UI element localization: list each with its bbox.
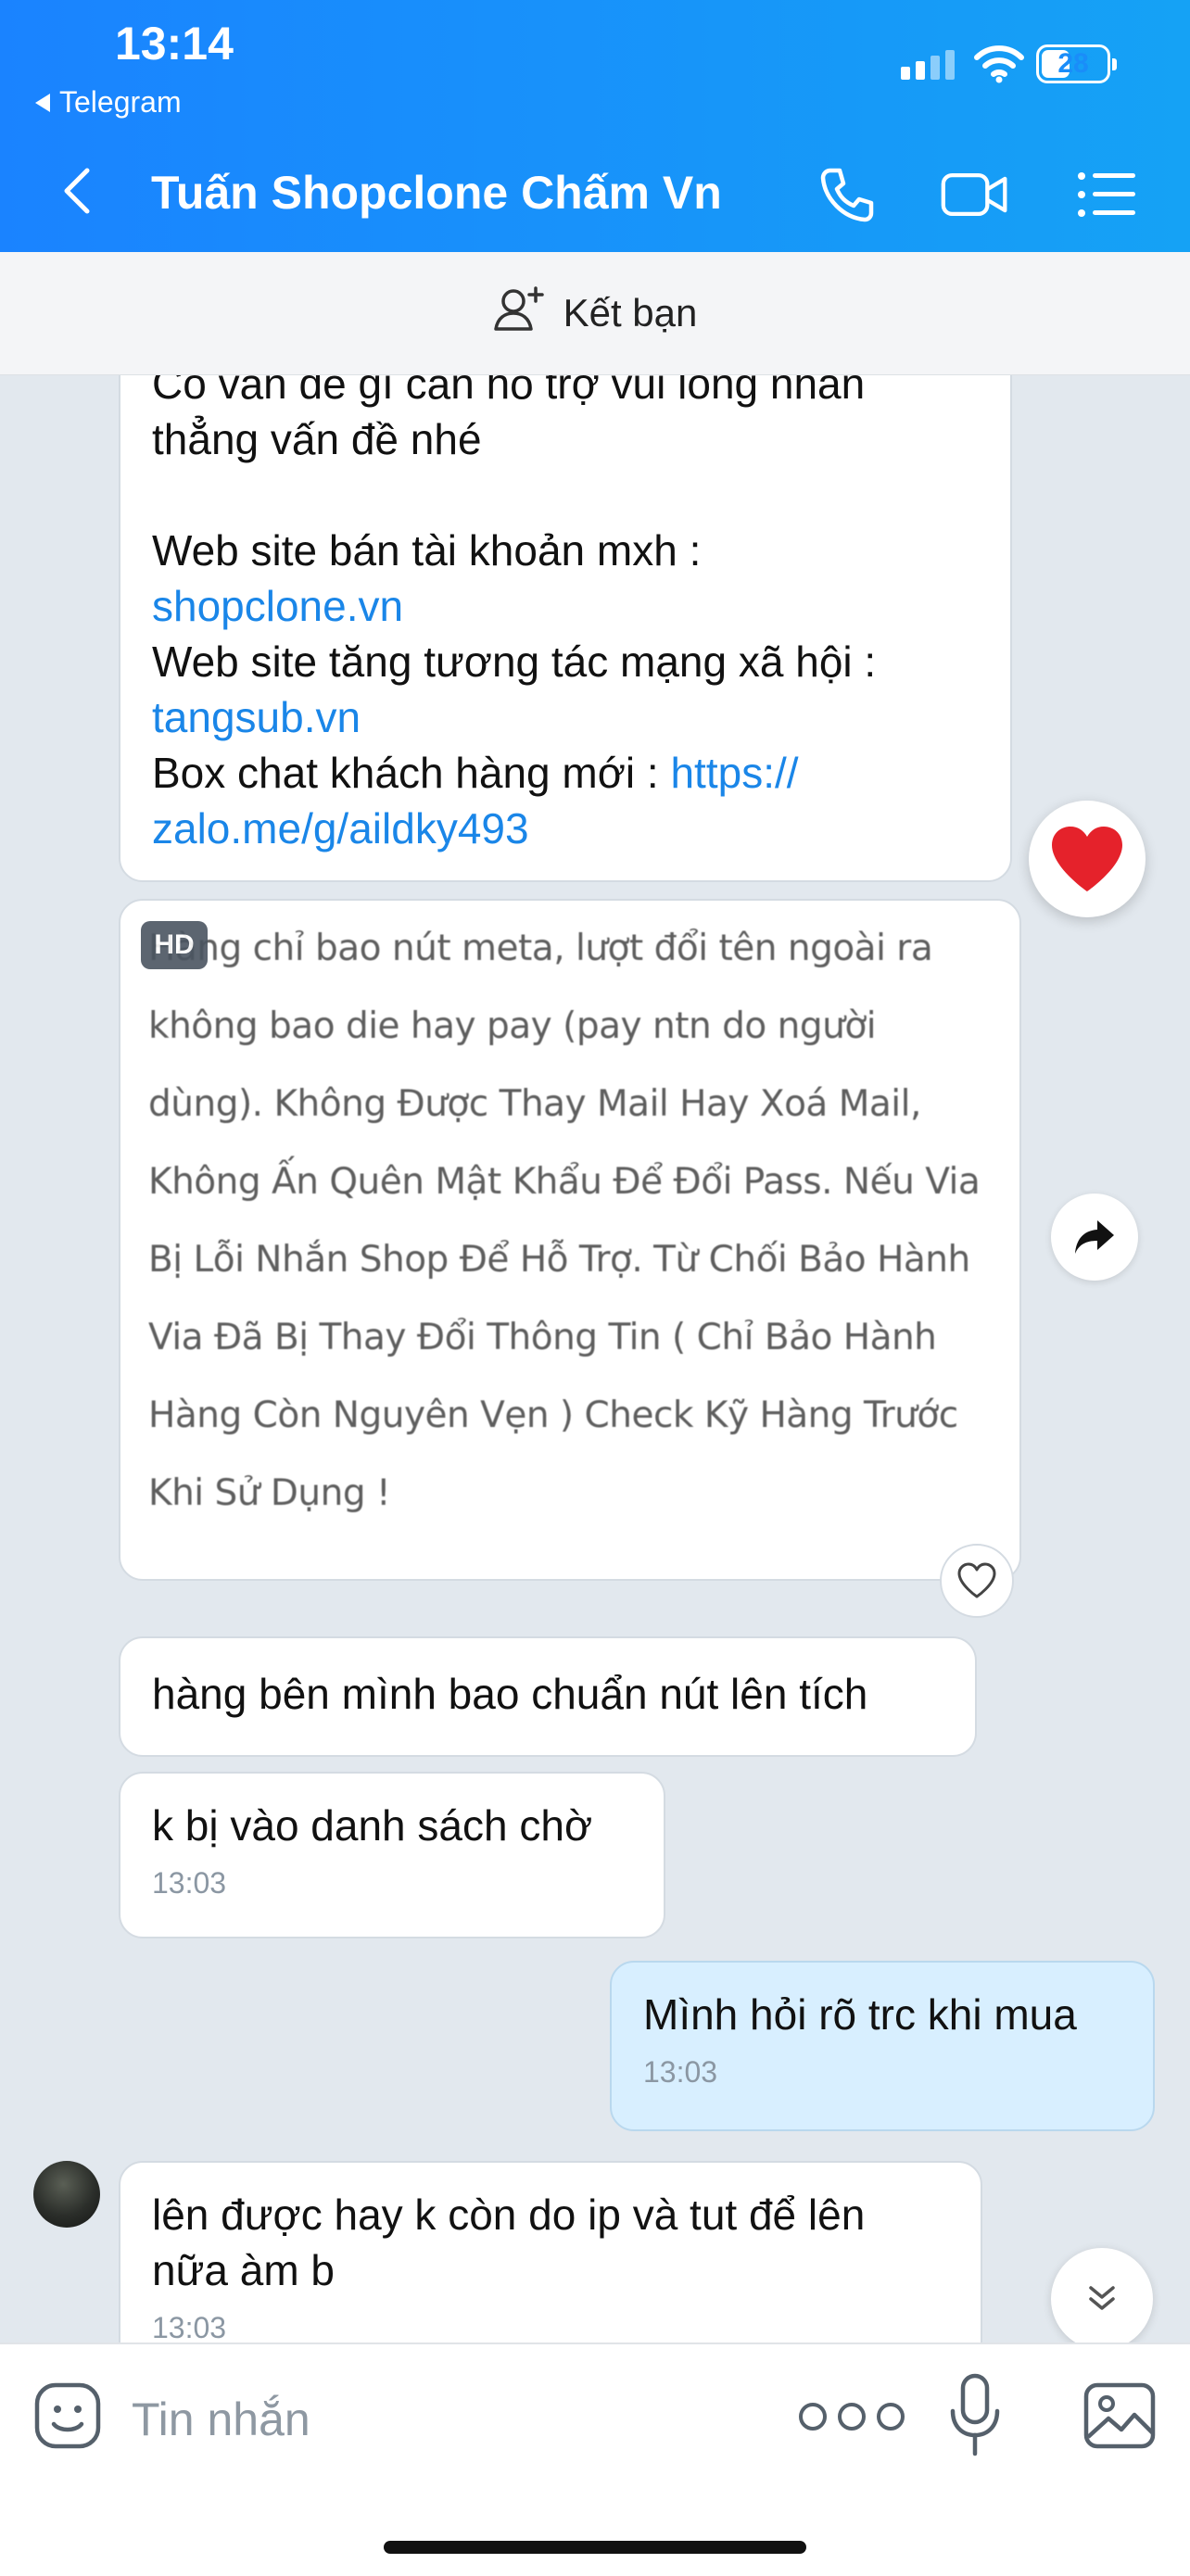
add-friend-bar[interactable]: Kết bạn <box>0 252 1190 375</box>
message-text: lên được hay k còn do ip và tut để lên n… <box>152 2191 866 2294</box>
menu-list-icon[interactable] <box>1071 159 1142 230</box>
zalo-group-link[interactable]: https:// <box>670 749 798 797</box>
zalo-group-link[interactable]: zalo.me/g/aildky493 <box>152 804 529 852</box>
battery-level: 28 <box>1057 48 1089 79</box>
image-message[interactable]: Hàng chỉ bao nút meta, lượt đổi tên ngoà… <box>119 899 1021 1581</box>
message-input[interactable] <box>130 2381 782 2457</box>
message-bubble[interactable]: lên được hay k còn do ip và tut để lên n… <box>119 2161 982 2342</box>
message-bubble[interactable]: k bị vào danh sách chờ 13:03 <box>119 1772 665 1938</box>
back-triangle-icon <box>35 93 50 112</box>
more-icon[interactable] <box>799 2398 921 2435</box>
my-message-bubble[interactable]: Mình hỏi rõ trc khi mua 13:03 <box>610 1961 1155 2131</box>
battery-icon: 28 <box>1036 44 1117 83</box>
add-friend-label: Kết bạn <box>563 291 698 335</box>
contact-avatar[interactable] <box>33 2161 100 2228</box>
message-line: Web site bán tài khoản mxh : <box>152 526 702 575</box>
message-input-bar <box>0 2342 1190 2576</box>
status-time: 13:14 <box>115 18 234 69</box>
sticker-icon[interactable] <box>33 2381 102 2450</box>
message-bubble[interactable]: Có vấn đề gì cần hỗ trợ vui lòng nhắn th… <box>119 374 1012 882</box>
message-bubble[interactable]: hàng bên mình bao chuẩn nút lên tích <box>119 1636 977 1757</box>
share-forward-icon[interactable] <box>1051 1193 1138 1281</box>
back-app-label: Telegram <box>59 85 182 119</box>
heart-reaction-icon[interactable] <box>1029 801 1146 917</box>
message-line: thẳng vấn đề nhé <box>152 415 482 463</box>
wifi-icon <box>973 44 1025 88</box>
message-time: 13:03 <box>643 2055 718 2089</box>
message-text: hàng bên mình bao chuẩn nút lên tích <box>152 1670 868 1718</box>
image-content: Hàng chỉ bao nút meta, lượt đổi tên ngoà… <box>148 928 981 1514</box>
microphone-icon[interactable] <box>945 2372 1005 2459</box>
like-heart-icon[interactable] <box>940 1544 1014 1618</box>
chat-header: 13:14 Telegram 28 Tuấn Shopclone Chấm Vn <box>0 0 1190 252</box>
message-line: Box chat khách hàng mới : <box>152 749 659 797</box>
video-call-icon[interactable] <box>940 159 1010 230</box>
message-time: 13:03 <box>152 2311 227 2342</box>
phone-icon[interactable] <box>812 159 882 230</box>
message-line: Web site tăng tương tác mạng xã hội : <box>152 638 877 686</box>
add-friend-icon <box>493 284 545 342</box>
back-to-app-link[interactable]: Telegram <box>35 85 182 120</box>
message-line: Có vấn đề gì cần hỗ trợ vui lòng nhắn <box>152 374 866 408</box>
cellular-signal-icon <box>901 50 955 80</box>
chat-messages[interactable]: Có vấn đề gì cần hỗ trợ vui lòng nhắn th… <box>0 374 1190 2342</box>
tangsub-link[interactable]: tangsub.vn <box>152 693 361 741</box>
message-time: 13:03 <box>152 1866 227 1900</box>
back-arrow-icon[interactable] <box>56 163 102 219</box>
message-text: k bị vào danh sách chờ <box>152 1801 593 1850</box>
scroll-to-bottom-button[interactable] <box>1051 2248 1153 2342</box>
home-indicator <box>384 2541 806 2554</box>
shopclone-link[interactable]: shopclone.vn <box>152 582 403 630</box>
hd-badge[interactable]: HD <box>141 921 208 969</box>
chat-title[interactable]: Tuấn Shopclone Chấm Vn <box>151 163 722 222</box>
message-text: Mình hỏi rõ trc khi mua <box>643 1990 1077 2039</box>
image-icon[interactable] <box>1082 2381 1157 2450</box>
